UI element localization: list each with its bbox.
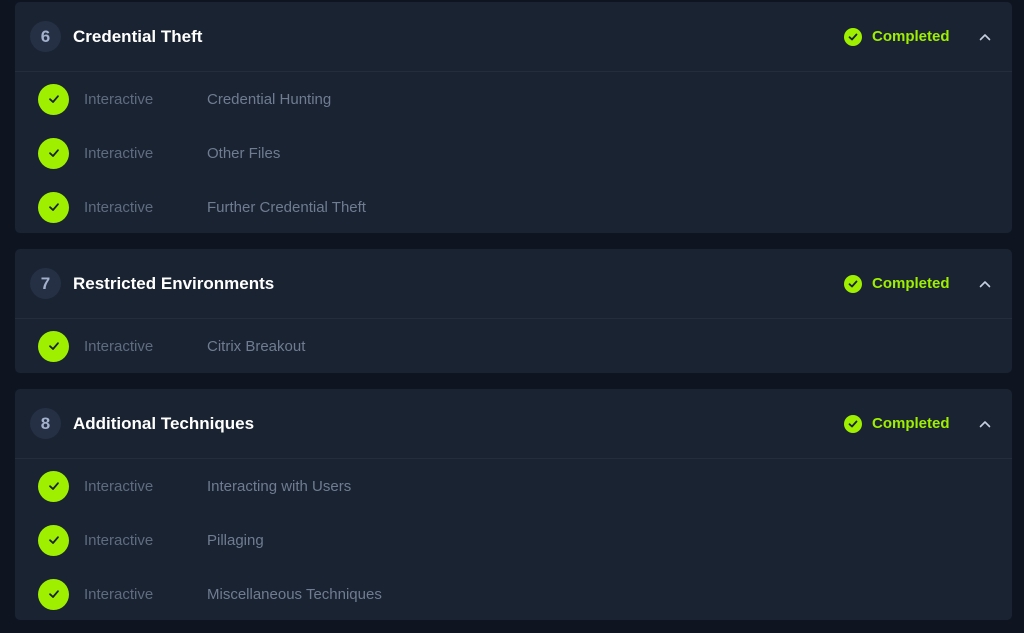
status-label: Completed (872, 28, 950, 45)
row-type: Interactive (84, 337, 154, 355)
list-item[interactable]: Interactive Other Files (15, 126, 1012, 180)
list-item[interactable]: Interactive Miscellaneous Techniques (15, 567, 1012, 620)
section-title: Additional Techniques (73, 413, 255, 433)
list-item[interactable]: Interactive Pillaging (15, 513, 1012, 567)
check-circle-icon (844, 274, 862, 293)
section-rows: Interactive Interacting with Users Inter… (15, 459, 1012, 620)
check-circle-icon (844, 414, 862, 433)
section-header[interactable]: 6 Credential Theft Completed (15, 2, 1012, 72)
section-credential-theft: 6 Credential Theft Completed Interactive… (15, 2, 1012, 233)
section-number: 6 (30, 21, 61, 52)
list-item[interactable]: Interactive Further Credential Theft (15, 180, 1012, 233)
section-restricted-environments: 7 Restricted Environments Completed Inte… (15, 249, 1012, 373)
check-circle-icon (38, 191, 69, 223)
list-item[interactable]: Interactive Credential Hunting (15, 72, 1012, 126)
list-item[interactable]: Interactive Citrix Breakout (15, 319, 1012, 373)
list-item[interactable]: Interactive Interacting with Users (15, 459, 1012, 513)
status-label: Completed (872, 415, 950, 432)
check-circle-icon (38, 330, 69, 362)
status-badge: Completed (844, 389, 950, 458)
check-circle-icon (38, 524, 69, 556)
row-title[interactable]: Citrix Breakout (207, 338, 305, 355)
chevron-up-icon[interactable] (975, 249, 995, 318)
row-type: Interactive (84, 90, 154, 108)
row-type: Interactive (84, 144, 154, 162)
section-number: 8 (30, 408, 61, 439)
section-additional-techniques: 8 Additional Techniques Completed Intera… (15, 389, 1012, 620)
check-circle-icon (844, 27, 862, 46)
status-badge: Completed (844, 2, 950, 71)
row-title[interactable]: Further Credential Theft (207, 199, 366, 216)
row-title[interactable]: Credential Hunting (207, 91, 331, 108)
check-circle-icon (38, 137, 69, 169)
row-type: Interactive (84, 477, 154, 495)
section-rows: Interactive Credential Hunting Interacti… (15, 72, 1012, 233)
check-circle-icon (38, 83, 69, 115)
chevron-up-icon[interactable] (975, 389, 995, 458)
section-rows: Interactive Citrix Breakout (15, 319, 1012, 373)
row-title[interactable]: Other Files (207, 145, 280, 162)
section-title: Credential Theft (73, 26, 203, 46)
chevron-up-icon[interactable] (975, 2, 995, 71)
section-header[interactable]: 7 Restricted Environments Completed (15, 249, 1012, 319)
row-type: Interactive (84, 531, 154, 549)
section-number: 7 (30, 268, 61, 299)
row-type: Interactive (84, 198, 154, 216)
module-sections: 6 Credential Theft Completed Interactive… (0, 0, 1024, 633)
row-title[interactable]: Miscellaneous Techniques (207, 586, 382, 603)
section-title: Restricted Environments (73, 273, 275, 293)
status-label: Completed (872, 275, 950, 292)
check-circle-icon (38, 578, 69, 610)
row-type: Interactive (84, 585, 154, 603)
section-header[interactable]: 8 Additional Techniques Completed (15, 389, 1012, 459)
row-title[interactable]: Interacting with Users (207, 478, 351, 495)
check-circle-icon (38, 470, 69, 502)
status-badge: Completed (844, 249, 950, 318)
row-title[interactable]: Pillaging (207, 532, 264, 549)
